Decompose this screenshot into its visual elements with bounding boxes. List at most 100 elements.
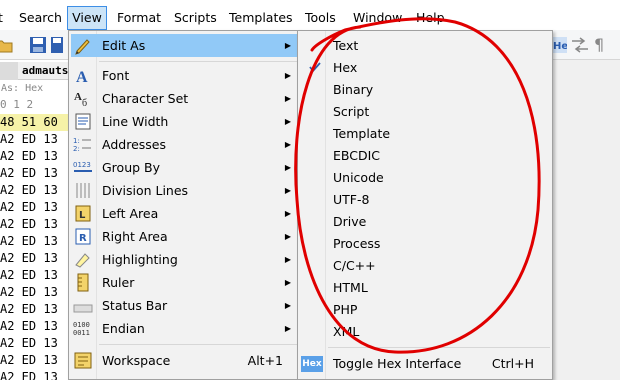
save-icon[interactable]	[28, 35, 48, 55]
menu-tools[interactable]: Tools	[305, 6, 336, 30]
menu-scripts[interactable]: Scripts	[174, 6, 217, 30]
menu-item-right-area[interactable]: R Right Area ▶	[71, 225, 299, 248]
workspace-icon	[73, 351, 93, 370]
hex-row[interactable]: A2 ED 13	[0, 199, 68, 216]
submenu-item-script[interactable]: Script	[300, 101, 552, 123]
hex-row[interactable]: A2 ED 13	[0, 250, 68, 267]
submenu-arrow-icon: ▶	[284, 301, 291, 310]
submenu-item-html[interactable]: HTML	[300, 277, 552, 299]
menu-format[interactable]: Format	[117, 6, 161, 30]
submenu-arrow-icon: ▶	[284, 278, 291, 287]
submenu-item-process[interactable]: Process	[300, 233, 552, 255]
hex-row[interactable]: A2 ED 13	[0, 131, 68, 148]
menu-item-label: Ruler	[102, 275, 135, 290]
hex-row[interactable]: A2 ED 13	[0, 148, 68, 165]
submenu-arrow-icon: ▶	[284, 71, 291, 80]
menu-item-font[interactable]: A Font ▶	[71, 64, 299, 87]
right-area-icon: R	[73, 227, 93, 246]
menu-item-division-lines[interactable]: Division Lines ▶	[71, 179, 299, 202]
menu-help[interactable]: Help	[416, 6, 445, 30]
hex-row-highlighted[interactable]: 48 51 60	[0, 114, 68, 131]
menu-item-label: Left Area	[102, 206, 159, 221]
hex-row[interactable]: A2 ED 13	[0, 318, 68, 335]
hex-toggle-icon[interactable]: Hex	[553, 35, 575, 55]
submenu-item-xml[interactable]: XML	[300, 321, 552, 343]
hex-row[interactable]: A2 ED 13	[0, 216, 68, 233]
hex-row[interactable]: A2 ED 13	[0, 369, 68, 380]
menu-item-highlighting[interactable]: Highlighting ▶	[71, 248, 299, 271]
file-tab[interactable]: admauts	[0, 62, 68, 80]
submenu-arrow-icon: ▶	[284, 324, 291, 333]
endian-icon: 0100 0011	[73, 319, 93, 338]
hex-row[interactable]: A2 ED 13	[0, 267, 68, 284]
menu-search[interactable]: Search	[19, 6, 62, 30]
svg-text:A: A	[74, 91, 82, 103]
submenu-item-template[interactable]: Template	[300, 123, 552, 145]
submenu-item-text[interactable]: Text	[300, 35, 552, 57]
menu-window[interactable]: Window	[353, 6, 402, 30]
menu-item-label: Font	[102, 68, 130, 83]
submenu-item-label: Unicode	[333, 170, 384, 185]
save-dropdown-icon[interactable]	[50, 35, 64, 55]
menu-item-label: Division Lines	[102, 183, 189, 198]
svg-text:2:: 2:	[73, 145, 80, 153]
submenu-item-label: Script	[333, 104, 370, 119]
menu-edit[interactable]: t	[0, 6, 3, 30]
group-by-icon: 0123	[73, 158, 93, 177]
hex-row[interactable]: A2 ED 13	[0, 335, 68, 352]
hex-row[interactable]: A2 ED 13	[0, 165, 68, 182]
submenu-item-binary[interactable]: Binary	[300, 79, 552, 101]
menu-item-label: Character Set	[102, 91, 189, 106]
tab-close-icon[interactable]	[0, 62, 18, 80]
menu-item-character-set[interactable]: Aб Character Set ▶	[71, 87, 299, 110]
submenu-item-label: PHP	[333, 302, 358, 317]
submenu-item-php[interactable]: PHP	[300, 299, 552, 321]
submenu-item-toggle-hex-interface[interactable]: Hex Toggle Hex Interface Ctrl+H	[300, 353, 552, 375]
menu-item-left-area[interactable]: L Left Area ▶	[71, 202, 299, 225]
menu-item-endian[interactable]: 0100 0011 Endian ▶	[71, 317, 299, 340]
svg-text:L: L	[79, 210, 86, 221]
menu-item-label: Addresses	[102, 137, 166, 152]
hex-row[interactable]: A2 ED 13	[0, 233, 68, 250]
highlighting-icon	[73, 250, 93, 269]
menu-item-edit-as[interactable]: Edit As ▶	[71, 34, 299, 57]
pencil-icon	[73, 36, 93, 55]
menu-templates[interactable]: Templates	[229, 6, 293, 30]
character-set-icon: Aб	[73, 89, 93, 109]
menu-item-line-width[interactable]: Line Width ▶	[71, 110, 299, 133]
hex-row[interactable]: A2 ED 13	[0, 301, 68, 318]
submenu-item-drive[interactable]: Drive	[300, 211, 552, 233]
submenu-arrow-icon: ▶	[284, 117, 291, 126]
submenu-item-hex[interactable]: Hex	[300, 57, 552, 79]
addresses-icon: 1: 2:	[73, 135, 93, 154]
submenu-item-unicode[interactable]: Unicode	[300, 167, 552, 189]
submenu-item-utf8[interactable]: UTF-8	[300, 189, 552, 211]
checkmark-icon	[308, 60, 322, 74]
menu-item-label: Endian	[102, 321, 145, 336]
menu-view[interactable]: View	[67, 6, 107, 30]
hex-row[interactable]: A2 ED 13	[0, 284, 68, 301]
hex-interface-icon: Hex	[301, 356, 323, 372]
pilcrow-icon[interactable]: ¶	[594, 35, 614, 55]
submenu-item-label: HTML	[333, 280, 368, 295]
view-menu: Edit As ▶ A Font ▶ Aб Character Set ▶ Li…	[68, 30, 300, 380]
submenu-item-c-cpp[interactable]: C/C++	[300, 255, 552, 277]
submenu-item-ebcdic[interactable]: EBCDIC	[300, 145, 552, 167]
menu-item-addresses[interactable]: 1: 2: Addresses ▶	[71, 133, 299, 156]
hex-row[interactable]: A2 ED 13	[0, 182, 68, 199]
compare-icon[interactable]	[570, 35, 590, 55]
menu-item-group-by[interactable]: 0123 Group By ▶	[71, 156, 299, 179]
hex-editor: admauts As: Hex 0 1 2 48 51 60 A2 ED 13 …	[0, 60, 68, 380]
submenu-item-label: Process	[333, 236, 381, 251]
submenu-item-label: Drive	[333, 214, 367, 229]
open-folder-icon[interactable]	[0, 35, 14, 55]
menu-item-workspace[interactable]: Workspace Alt+1	[71, 349, 299, 372]
line-width-icon	[73, 112, 93, 131]
submenu-arrow-icon: ▶	[284, 94, 291, 103]
menu-item-status-bar[interactable]: Status Bar ▶	[71, 294, 299, 317]
submenu-item-label: UTF-8	[333, 192, 370, 207]
hex-row[interactable]: A2 ED 13	[0, 352, 68, 369]
svg-text:0100: 0100	[73, 321, 90, 329]
left-area-icon: L	[73, 204, 93, 223]
menu-item-ruler[interactable]: Ruler ▶	[71, 271, 299, 294]
